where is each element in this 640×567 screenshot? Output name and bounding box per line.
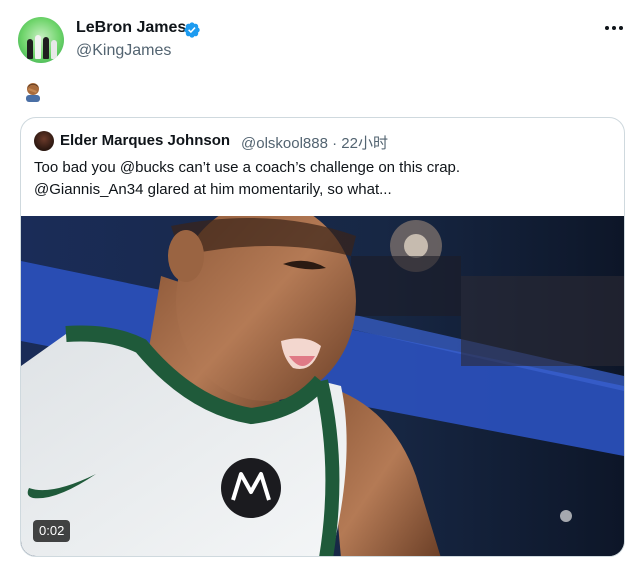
more-options-icon[interactable] <box>602 20 626 36</box>
quoted-tweet-text-line: @Giannis_An34 glared at him momentarily,… <box>34 181 392 198</box>
verified-badge-icon <box>184 22 200 38</box>
tweet: LeBron James @KingJames Elder Marques Jo… <box>0 0 640 567</box>
video-frame-image <box>21 216 624 556</box>
author-name[interactable]: LeBron James <box>76 19 186 37</box>
quoted-tweet-text-line: Too bad you @bucks can’t use a coach’s c… <box>34 159 461 176</box>
author-avatar[interactable] <box>18 17 64 63</box>
quoted-author-avatar[interactable] <box>34 131 54 151</box>
quoted-tweet-card[interactable]: Elder Marques Johnson @olskool888 · 22小时… <box>20 117 625 557</box>
video-duration-badge: 0:02 <box>33 520 71 542</box>
quoted-author-handle-time: @olskool888 · 22小时 <box>241 135 388 152</box>
quoted-tweet-text: Too bad you @bucks can’t use a coach’s c… <box>34 157 614 201</box>
video-player[interactable]: 0:02 <box>21 216 624 556</box>
quoted-author-name[interactable]: Elder Marques Johnson <box>60 132 230 149</box>
person-facepalming-emoji-icon <box>26 83 40 102</box>
author-handle[interactable]: @KingJames <box>76 42 171 60</box>
